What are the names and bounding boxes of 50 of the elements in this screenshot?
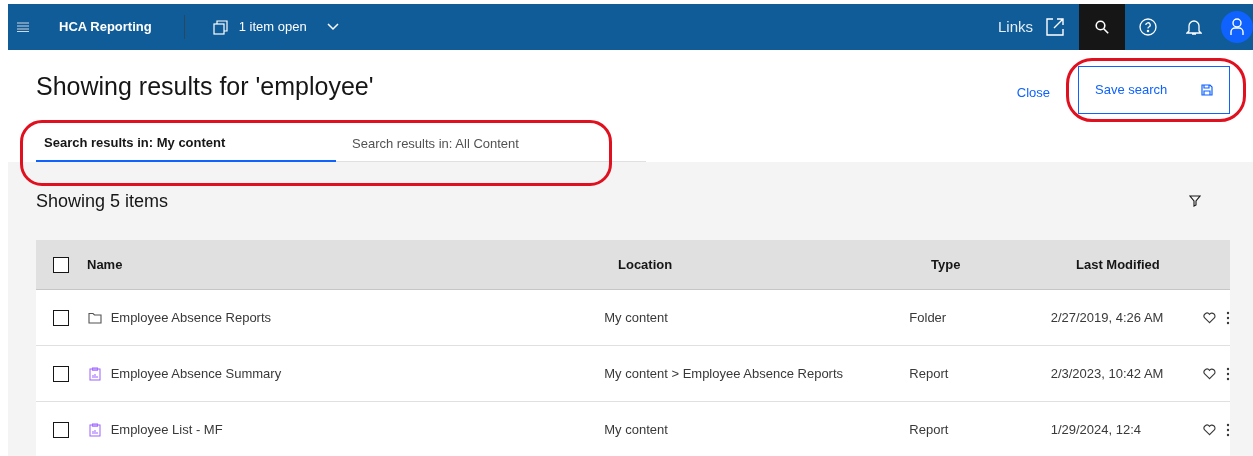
table-row[interactable]: Employee Absence Summary My content > Employee Absence Reports Report 2/3/2023, 10:42 AM [36, 346, 1230, 402]
overflow-menu-icon[interactable] [1226, 422, 1230, 437]
filter-icon[interactable] [1189, 195, 1201, 207]
report-icon [88, 366, 101, 381]
column-header[interactable]: Name [87, 254, 618, 275]
modified-cell-text: 2/3/2023, 10:42 AM [1050, 364, 1165, 383]
report-icon [88, 422, 101, 437]
location-cell-text: My content [604, 420, 669, 439]
results-count: Showing 5 items [36, 189, 169, 213]
help-icon [1139, 18, 1157, 36]
table-row[interactable]: Employee List - MF My content Report 1/29/2024, 12:4 [36, 402, 1230, 456]
location-cell-text: My content [604, 308, 669, 327]
column-header[interactable]: Last Modified [1076, 254, 1226, 275]
user-avatar[interactable] [1221, 11, 1253, 43]
item-name[interactable]: Employee List - MF [110, 419, 223, 440]
external-link-icon [1045, 17, 1065, 37]
select-all-checkbox[interactable] [53, 256, 69, 273]
bell-icon [1186, 18, 1202, 36]
type-cell-text: Report [909, 364, 950, 383]
item-name[interactable]: Employee Absence Reports [110, 307, 272, 328]
chevron-down-icon [326, 23, 339, 31]
overflow-menu-icon[interactable] [1226, 310, 1230, 325]
type-cell-text: Report [909, 420, 950, 439]
table-row[interactable]: Employee Absence Reports My content Folder 2/27/2019, 4:26 AM [36, 290, 1230, 346]
overflow-menu-icon[interactable] [1226, 366, 1230, 381]
location-cell-text: My content > Employee Absence Reports [604, 364, 845, 383]
save-search-button[interactable]: Save search [1078, 66, 1230, 114]
modified-cell-text: 1/29/2024, 12:4 [1050, 420, 1143, 439]
app-name[interactable]: HCA Reporting [59, 17, 152, 37]
save-icon [1201, 84, 1213, 96]
column-header[interactable]: Type [931, 254, 1076, 275]
modified-cell-text: 2/27/2019, 4:26 AM [1050, 308, 1165, 327]
row-checkbox[interactable] [53, 421, 69, 438]
folder-icon [87, 311, 102, 324]
page-title: Showing results for 'employee' [36, 71, 374, 102]
row-checkbox[interactable] [53, 365, 69, 382]
type-cell-text: Folder [909, 308, 948, 327]
close-link[interactable]: Close [1016, 83, 1050, 103]
search-button[interactable] [1079, 4, 1125, 50]
links-link[interactable]: Links [997, 15, 1065, 39]
heart-icon[interactable] [1203, 367, 1216, 380]
row-checkbox[interactable] [53, 309, 69, 326]
column-header[interactable]: Location [618, 254, 931, 275]
windows-icon [212, 19, 229, 35]
open-items-button[interactable]: 1 item open [212, 17, 339, 37]
search-icon [1095, 20, 1109, 34]
heart-icon[interactable] [1203, 311, 1216, 324]
heart-icon[interactable] [1203, 423, 1216, 436]
item-name[interactable]: Employee Absence Summary [110, 363, 282, 384]
menu-icon[interactable] [17, 22, 29, 32]
